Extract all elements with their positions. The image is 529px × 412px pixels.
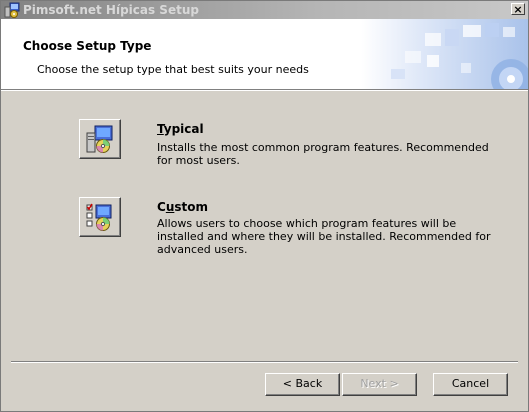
close-icon: ×: [513, 3, 523, 16]
typical-title-text: ypical: [163, 122, 204, 136]
header-banner: Choose Setup Type Choose the setup type …: [1, 19, 528, 89]
banner-divider-highlight: [1, 90, 528, 91]
custom-checklist-cd-icon: [86, 203, 112, 231]
window-title: Pimsoft.net Hípicas Setup: [23, 3, 199, 17]
computer-cd-icon: [86, 125, 113, 153]
installer-app-icon: [4, 2, 20, 18]
footer-divider-highlight: [11, 362, 518, 363]
next-button[interactable]: Next >: [342, 373, 417, 396]
page-title: Choose Setup Type: [23, 39, 152, 53]
typical-mnemonic: T: [157, 122, 164, 136]
cancel-button[interactable]: Cancel: [433, 373, 508, 396]
typical-setup-button[interactable]: [79, 119, 121, 159]
custom-setup-button[interactable]: [79, 197, 121, 237]
back-button[interactable]: < Back: [265, 373, 340, 396]
custom-title-start: C: [157, 200, 166, 214]
title-bar[interactable]: Pimsoft.net Hípicas Setup ×: [1, 1, 528, 19]
banner-decoration-graphic: [361, 19, 528, 89]
typical-option-title: Typical: [157, 122, 204, 136]
close-button[interactable]: ×: [511, 3, 525, 15]
typical-option-description: Installs the most common program feature…: [157, 141, 489, 167]
page-subtitle: Choose the setup type that best suits yo…: [37, 63, 309, 76]
custom-title-text: stom: [174, 200, 208, 214]
custom-option-title: Custom: [157, 200, 208, 214]
custom-option-description: Allows users to choose which program fea…: [157, 217, 491, 256]
setup-window: Pimsoft.net Hípicas Setup × Choose Setup…: [0, 0, 529, 412]
